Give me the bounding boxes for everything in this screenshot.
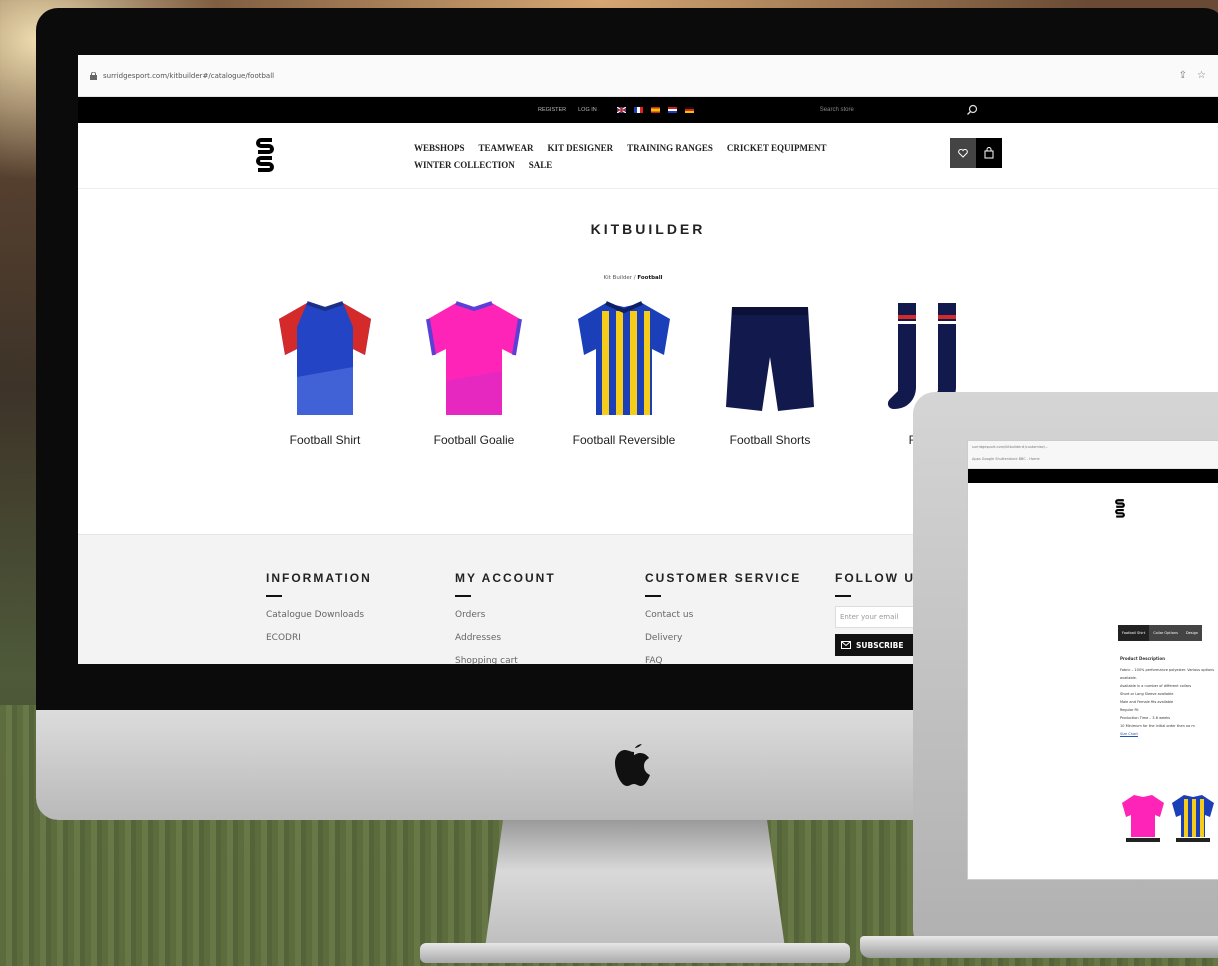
nav-teamwear[interactable]: TEAMWEAR [479, 143, 534, 153]
browser-url-bar[interactable]: surridgesport.com/kitbuilder#/catalogue/… [78, 55, 1218, 97]
star-icon[interactable]: ☆ [1197, 70, 1206, 81]
heading-underline [455, 595, 471, 597]
france-flag-icon[interactable] [633, 107, 643, 113]
login-link[interactable]: LOG IN [578, 107, 597, 113]
product-name[interactable]: Football Shirt [255, 433, 395, 447]
goalie-shirt-thumbnail[interactable] [1120, 793, 1166, 843]
url-text: surridgesport.com/kitbuilder#/catalogue/… [103, 71, 275, 80]
footer-customer-service: CUSTOMER SERVICE Contact us Delivery FAQ [645, 571, 801, 664]
nav-sale[interactable]: SALE [529, 160, 553, 170]
page-title: KITBUILDER [590, 221, 706, 237]
footer-link[interactable]: Addresses [455, 633, 556, 643]
netherlands-flag-icon[interactable] [667, 107, 677, 113]
footer-link[interactable]: Orders [455, 610, 556, 620]
heart-icon [958, 148, 968, 158]
cart-button[interactable] [976, 138, 1002, 168]
heading-underline [266, 595, 282, 597]
top-utility-bar: REGISTER LOG IN Search store [78, 97, 1218, 123]
description-line: Male and Female fits available [1120, 700, 1174, 704]
footer-heading: INFORMATION [266, 571, 372, 585]
heading-underline [645, 595, 661, 597]
tab-design[interactable]: Design [1181, 625, 1203, 641]
product-name[interactable]: Football Goalie [404, 433, 544, 447]
subscribe-label: SUBSCRIBE [856, 640, 904, 650]
product-card[interactable]: Football Shorts [700, 297, 840, 447]
breadcrumb-root[interactable]: Kit Builder [604, 275, 633, 281]
share-icon[interactable]: ⇪ [1179, 70, 1187, 81]
description-line: Regular Fit [1120, 708, 1139, 712]
germany-flag-icon[interactable] [684, 107, 694, 113]
tab-football-shirt[interactable]: Football Shirt [1118, 625, 1150, 641]
size-chart-link[interactable]: Size Chart [1120, 730, 1218, 738]
main-nav: WEBSHOPS TEAMWEAR KIT DESIGNER TRAINING RAN… [414, 140, 834, 174]
uk-flag-icon[interactable] [616, 107, 626, 113]
envelope-icon [841, 641, 851, 649]
search-input[interactable]: Search store [813, 103, 984, 117]
laptop-topbar [968, 469, 1218, 483]
nav-cricket-equipment[interactable]: CRICKET EQUIPMENT [727, 143, 827, 153]
surridge-logo-icon[interactable] [254, 135, 276, 179]
nav-winter-collection[interactable]: WINTER COLLECTION [414, 160, 515, 170]
product-card[interactable]: Football Shirt [255, 297, 395, 447]
football-reversible-image [578, 301, 670, 415]
description-line: Short or Long Sleeve available [1120, 692, 1174, 696]
footer-information: INFORMATION Catalogue Downloads ECODRI [266, 571, 372, 656]
football-shorts-image [726, 307, 814, 411]
heading-underline [835, 595, 851, 597]
laptop-url-bar[interactable]: surridgesport.com/kitbuilder#/customise/… [968, 441, 1218, 455]
reversible-shirt-thumbnail[interactable] [1170, 793, 1216, 843]
football-goalie-image [426, 301, 522, 415]
footer-link[interactable]: FAQ [645, 656, 801, 664]
nav-kit-designer[interactable]: KIT DESIGNER [548, 143, 614, 153]
description-line: Production Time – 3-6 weeks [1120, 716, 1171, 720]
site-header: WEBSHOPS TEAMWEAR KIT DESIGNER TRAINING RAN… [78, 123, 1218, 189]
imac-stand-base [420, 943, 850, 963]
description-title: Product Description [1120, 656, 1165, 661]
lock-icon [90, 71, 97, 80]
description-line: Available in a number of different colla… [1120, 684, 1192, 688]
product-description: Product Description Fabric – 100% perfor… [1120, 655, 1218, 738]
breadcrumb-current: Football [637, 275, 663, 281]
footer-my-account: MY ACCOUNT Orders Addresses Shopping car… [455, 571, 556, 664]
footer-link[interactable]: Shopping cart [455, 656, 556, 664]
laptop-thumbnails [1120, 793, 1216, 843]
register-link[interactable]: REGISTER [538, 107, 566, 113]
description-line: 10 Minimum for the initial order then no… [1120, 724, 1195, 728]
nav-training-ranges[interactable]: TRAINING RANGES [627, 143, 713, 153]
spain-flag-icon[interactable] [650, 107, 660, 113]
imac-stand [485, 820, 785, 948]
footer-link[interactable]: Catalogue Downloads [266, 610, 372, 620]
shopping-bag-icon [984, 147, 994, 159]
wishlist-button[interactable] [950, 138, 976, 168]
product-name[interactable]: Football Reversible [554, 433, 694, 447]
nav-webshops[interactable]: WEBSHOPS [414, 143, 465, 153]
footer-link[interactable]: Contact us [645, 610, 801, 620]
footer-heading: MY ACCOUNT [455, 571, 556, 585]
tab-collar-options[interactable]: Collar Options [1149, 625, 1182, 641]
language-flags [616, 107, 694, 113]
breadcrumb: Kit Builder / Football [78, 275, 1188, 281]
product-name[interactable]: Football Shorts [700, 433, 840, 447]
surridge-logo-icon [1115, 499, 1125, 518]
laptop-tabs: Football Shirt Collar Options Design [1118, 625, 1203, 641]
apple-logo-icon [615, 744, 650, 786]
footer-link[interactable]: ECODRI [266, 633, 372, 643]
product-card[interactable]: Football Goalie [404, 297, 544, 447]
search-placeholder: Search store [819, 107, 854, 113]
laptop-screen: surridgesport.com/kitbuilder#/customise/… [967, 440, 1218, 880]
footer-link[interactable]: Delivery [645, 633, 801, 643]
product-card[interactable]: Football Reversible [554, 297, 694, 447]
football-shirt-image [279, 301, 371, 415]
laptop-base [860, 936, 1218, 958]
search-icon[interactable] [966, 104, 978, 116]
laptop-bookmarks-bar[interactable]: Apps Google Shutterstock BBC - Home [968, 455, 1218, 469]
description-line: Fabric – 100% performance polyester. Var… [1120, 668, 1215, 680]
footer-heading: CUSTOMER SERVICE [645, 571, 802, 585]
